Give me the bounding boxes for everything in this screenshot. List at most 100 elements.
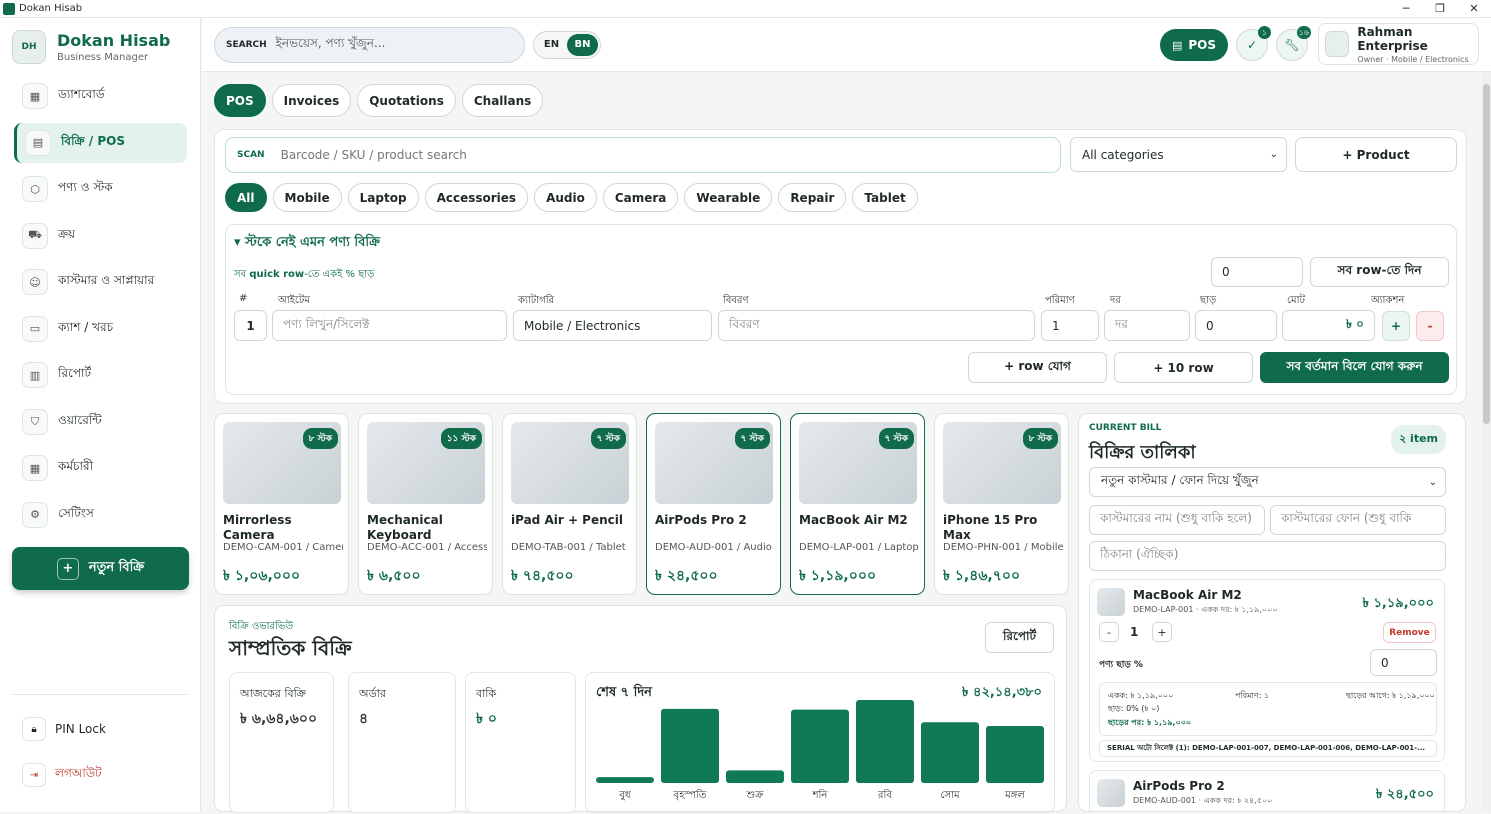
discount-input[interactable]: 0: [1195, 310, 1277, 341]
maximize-icon[interactable]: ❐: [1423, 2, 1457, 15]
product-card[interactable]: ৮ স্টক Mirrorless Camera DEMO-CAM-001 / Ca…: [214, 413, 349, 595]
sidebar-item-customers[interactable]: ☺ কাস্টমার ও সাপ্লায়ার: [14, 262, 187, 302]
chart-bar: [921, 722, 979, 783]
product-card[interactable]: ৮ স্টক iPhone 15 Pro Max DEMO-PHN-001 / Mo…: [934, 413, 1069, 595]
remove-item-button[interactable]: Remove: [1383, 622, 1436, 643]
tab-invoices[interactable]: Invoices: [271, 84, 352, 117]
tab-challans[interactable]: Challans: [461, 84, 544, 117]
chip-repair[interactable]: Repair: [778, 183, 847, 212]
stock-badge: ৭ স্টক: [734, 428, 770, 449]
language-toggle[interactable]: EN BN: [533, 31, 601, 59]
add-row-plus-button[interactable]: +: [1382, 311, 1410, 341]
rate-input[interactable]: দর: [1104, 310, 1190, 341]
tab-pos[interactable]: POS: [214, 84, 266, 117]
stat-today-sales: আজকের বিক্রি ৳ ৬,৬৪,৬০০: [229, 672, 334, 813]
category-input[interactable]: Mobile / Electronics: [513, 310, 712, 341]
product-sku: DEMO-CAM-001 / Camera: [223, 542, 343, 553]
sidebar-item-sales-pos[interactable]: ▤ বিক্রি / POS: [14, 122, 187, 163]
product-price: ৳ ২৪,৫০০: [655, 568, 718, 584]
line-item-price: ৳ ১,১৯,০০০: [1362, 596, 1434, 611]
col-total: মোট: [1287, 295, 1305, 306]
item-input[interactable]: পণ্য লিখুন/সিলেক্ট: [272, 310, 507, 341]
qty-minus-button[interactable]: -: [1099, 622, 1119, 642]
customer-name-input[interactable]: কাস্টমারের নাম (শুধু বাকি হলে): [1089, 505, 1265, 535]
chip-accessories[interactable]: Accessories: [424, 183, 529, 212]
lang-bn[interactable]: BN: [567, 34, 598, 56]
product-thumbnail: [1097, 779, 1125, 807]
sidebar-item-employees[interactable]: ▦ কর্মচারী: [14, 448, 187, 488]
chip-laptop[interactable]: Laptop: [347, 183, 419, 212]
tab-quotations[interactable]: Quotations: [357, 84, 456, 117]
stock-badge: ৭ স্টক: [878, 428, 914, 449]
chip-tablet[interactable]: Tablet: [852, 183, 918, 212]
product-card[interactable]: ৭ স্টক iPad Air + Pencil DEMO-TAB-001 / Ta…: [502, 413, 637, 595]
add-row-button[interactable]: + row যোগ: [968, 352, 1107, 383]
scrollbar-thumb[interactable]: [1483, 84, 1490, 424]
scan-input[interactable]: SCAN Barcode / SKU / product search: [225, 137, 1061, 173]
item-discount-input[interactable]: 0: [1370, 649, 1437, 676]
search-placeholder: ইনভয়েস, পণ্য খুঁজুন...: [275, 36, 386, 50]
product-card[interactable]: ১১ স্টক Mechanical Keyboard DEMO-ACC-001 /…: [358, 413, 493, 595]
last-7-days-chart: শেষ ৭ দিন ৳ ৪২,১৪,৩৮০ বুধ বৃহস্পতি শুক্র শন…: [585, 672, 1055, 813]
sidebar-item-cash[interactable]: ▭ ক্যাশ / খরচ: [14, 309, 187, 349]
chip-mobile[interactable]: Mobile: [272, 183, 342, 212]
product-card[interactable]: ৭ স্টক MacBook Air M2 DEMO-LAP-001 / Lapto…: [790, 413, 925, 595]
product-price: ৳ ১,১৯,০০০: [799, 568, 877, 584]
close-icon[interactable]: ✕: [1457, 2, 1491, 15]
col-disc: ছাড়: [1200, 295, 1217, 306]
wrench-icon: 🔧︎: [1284, 38, 1300, 52]
lang-en[interactable]: EN: [536, 34, 567, 56]
quick-sale-subtitle: সব quick row-তে একই % ছাড়: [234, 269, 375, 280]
page-scrollbar[interactable]: [1482, 72, 1491, 812]
minimize-icon[interactable]: ─: [1389, 2, 1423, 15]
check-shield-icon: ✓: [1246, 38, 1258, 52]
remove-row-button[interactable]: -: [1416, 311, 1444, 341]
grid-icon: ▦: [22, 83, 48, 109]
chart-x-label: মঙ্গল: [1004, 790, 1025, 801]
customer-phone-input[interactable]: কাস্টমারের ফোন (শুধু বাকি: [1270, 505, 1446, 535]
chip-all[interactable]: All: [225, 183, 267, 212]
chip-audio[interactable]: Audio: [534, 183, 597, 212]
brand-name: Dokan Hisab: [57, 31, 171, 50]
warranty-check-button[interactable]: ✓ ১: [1236, 26, 1271, 61]
discount-all-input[interactable]: 0: [1211, 257, 1303, 287]
chip-camera[interactable]: Camera: [602, 183, 679, 212]
logout-button[interactable]: ⇥ লগআউট: [22, 763, 102, 787]
customer-select[interactable]: নতুন কাস্টমার / ফোন দিয়ে খুঁজুন ⌄: [1089, 467, 1446, 497]
sidebar-item-reports[interactable]: ▥ রিপোর্ট: [14, 355, 187, 395]
chip-wearable[interactable]: Wearable: [684, 183, 773, 212]
row-total: ৳ ০: [1282, 310, 1375, 341]
new-sale-button[interactable]: + নতুন বিক্রি: [12, 547, 189, 590]
chart-bar: [986, 725, 1044, 783]
description-input[interactable]: বিবরণ: [718, 310, 1035, 341]
avatar: [1325, 31, 1350, 57]
address-input[interactable]: ঠিকানা (ঐচ্ছিক): [1089, 541, 1446, 571]
report-button[interactable]: রিপোর্ট: [985, 622, 1054, 653]
business-profile[interactable]: Rahman Enterprise Owner · Mobile / Elect…: [1318, 23, 1479, 65]
add-all-to-bill-button[interactable]: সব বর্তমান বিলে যোগ করুন: [1260, 352, 1449, 383]
app-icon: [3, 2, 15, 15]
category-select[interactable]: All categories ⌄: [1070, 137, 1287, 172]
quantity-input[interactable]: 1: [1041, 310, 1099, 341]
pin-lock-button[interactable]: 🔒︎ PIN Lock: [22, 717, 106, 741]
search-input[interactable]: SEARCH ইনভয়েস, পণ্য খুঁজুন...: [214, 27, 525, 63]
sidebar-item-settings[interactable]: ⚙ সেটিংস: [14, 495, 187, 535]
sidebar-item-purchase[interactable]: ⛟ ক্রয়: [14, 216, 187, 256]
add-ten-rows-button[interactable]: + 10 row: [1114, 352, 1253, 383]
apply-all-button[interactable]: সব row-তে দিন: [1310, 257, 1449, 287]
sidebar-item-warranty[interactable]: ⛉ ওয়ারেন্টি: [14, 402, 187, 442]
tab-bar: POS Invoices Quotations Challans: [214, 84, 544, 117]
stock-badge: ৮ স্টক: [1022, 428, 1058, 449]
tools-button[interactable]: 🔧︎ ১৬: [1276, 26, 1311, 61]
product-card[interactable]: ৭ স্টক AirPods Pro 2 DEMO-AUD-001 / Audio ৳…: [646, 413, 781, 595]
product-name: Mirrorless Camera: [223, 513, 292, 542]
sidebar-item-dashboard[interactable]: ▦ ড্যাশবোর্ড: [14, 76, 187, 116]
stock-badge: ৭ স্টক: [590, 428, 626, 449]
quick-sale-title[interactable]: ▾ স্টকে নেই এমন পণ্য বিক্রি: [234, 233, 380, 254]
sidebar-item-products[interactable]: ⬡ পণ্য ও স্টক: [14, 169, 187, 209]
add-product-button[interactable]: + Product: [1295, 137, 1457, 172]
notification-badge: ১৬: [1296, 26, 1311, 39]
qty-plus-button[interactable]: +: [1152, 622, 1172, 642]
truck-icon: ⛟: [22, 222, 48, 249]
pos-button[interactable]: ▤ POS: [1160, 29, 1228, 61]
